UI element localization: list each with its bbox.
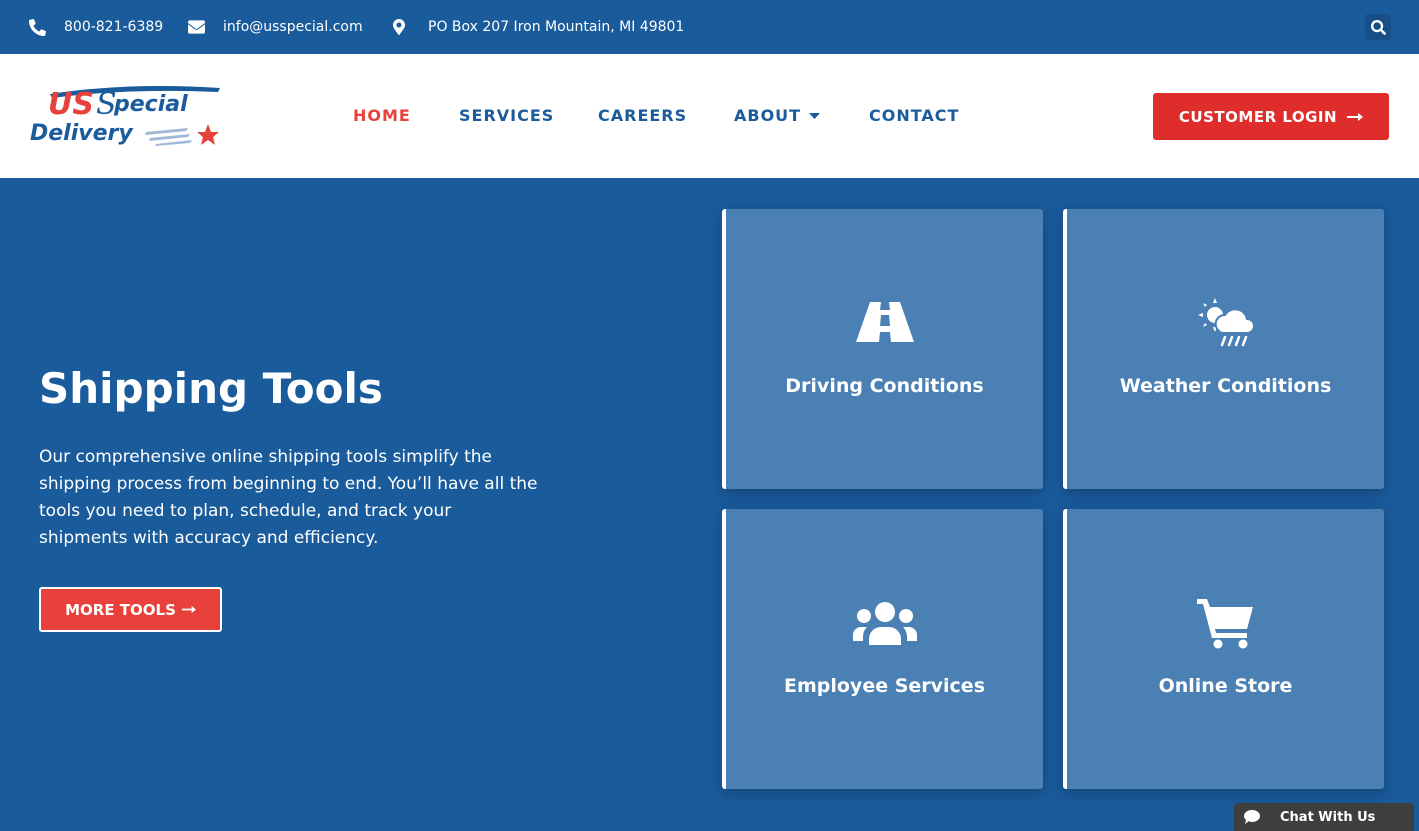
card-driving-conditions[interactable]: Driving Conditions — [722, 209, 1043, 489]
card-label: Driving Conditions — [785, 375, 984, 397]
top-contact-bar: 800-821-6389 info@usspecial.com PO Box 2… — [0, 0, 1419, 54]
users-icon — [852, 602, 917, 645]
address-contact: PO Box 207 Iron Mountain, MI 49801 — [393, 0, 684, 54]
card-label: Weather Conditions — [1119, 375, 1332, 397]
card-weather-conditions[interactable]: Weather Conditions — [1063, 209, 1384, 489]
nav-careers[interactable]: CAREERS — [598, 106, 687, 125]
road-icon — [855, 302, 914, 342]
caret-down-icon — [809, 112, 821, 119]
card-online-store[interactable]: Online Store — [1063, 509, 1384, 789]
nav-home[interactable]: HOME — [353, 106, 411, 125]
postal-address: PO Box 207 Iron Mountain, MI 49801 — [428, 19, 685, 35]
email-address: info@usspecial.com — [223, 19, 363, 35]
nav-about[interactable]: ABOUT — [734, 106, 821, 125]
chat-label: Chat With Us — [1280, 809, 1376, 825]
nav-contact[interactable]: CONTACT — [869, 106, 959, 125]
card-label: Online Store — [1158, 675, 1293, 697]
card-employee-services[interactable]: Employee Services — [722, 509, 1043, 789]
chat-widget-button[interactable]: Chat With Us — [1234, 803, 1414, 831]
map-marker-icon — [393, 19, 405, 35]
company-logo[interactable]: US S pecial Delivery — [28, 84, 222, 148]
nav-about-label: ABOUT — [734, 106, 802, 125]
more-tools-button[interactable]: MORE TOOLS — [39, 587, 222, 632]
card-label: Employee Services — [783, 675, 985, 697]
phone-icon — [29, 18, 46, 36]
logo-graphic: US S pecial Delivery — [30, 86, 220, 146]
long-arrow-right-icon — [181, 606, 196, 613]
long-arrow-right-icon — [1347, 112, 1364, 121]
comment-icon — [1244, 810, 1260, 824]
phone-number: 800-821-6389 — [64, 19, 164, 35]
search-button[interactable] — [1365, 14, 1391, 40]
logo-us: US — [48, 87, 94, 122]
cloud-sun-rain-icon — [1197, 298, 1255, 347]
shopping-cart-icon — [1196, 599, 1253, 649]
logo-delivery: Delivery — [30, 121, 134, 146]
logo-pecial: pecial — [113, 92, 188, 117]
site-header: US S pecial Delivery HOME SERVICES CAREE… — [0, 54, 1419, 178]
hero-title: Shipping Tools — [39, 364, 383, 413]
search-icon — [1370, 19, 1386, 35]
nav-services[interactable]: SERVICES — [459, 106, 554, 125]
customer-login-button[interactable]: CUSTOMER LOGIN — [1153, 93, 1389, 140]
phone-contact[interactable]: 800-821-6389 — [29, 0, 163, 54]
customer-login-label: CUSTOMER LOGIN — [1178, 107, 1338, 126]
logo-star-icon — [197, 124, 219, 145]
email-contact[interactable]: info@usspecial.com — [188, 0, 363, 54]
envelope-icon — [188, 20, 205, 34]
hero-description: Our comprehensive online shipping tools … — [39, 447, 538, 548]
more-tools-label: MORE TOOLS — [65, 600, 176, 619]
